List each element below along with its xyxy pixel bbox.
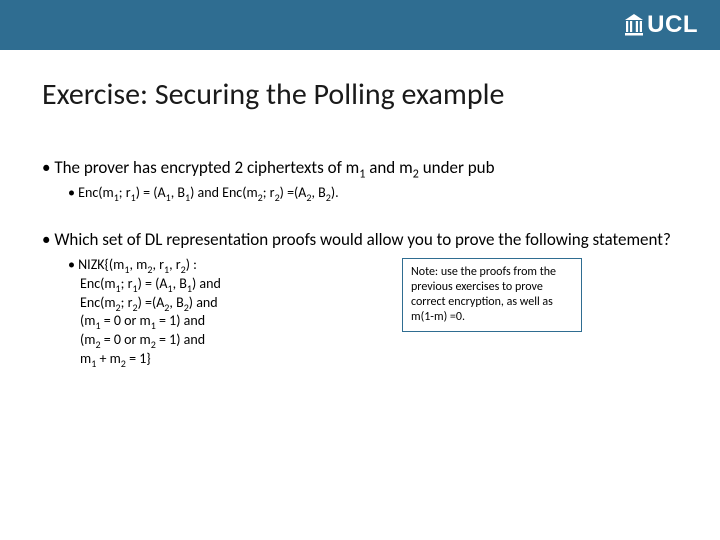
bullet-1-sub: Enc(m1; r1) = (A1, B1) and Enc(m2; r2) =… <box>68 184 678 203</box>
note-box: Note: use the proofs from the previous e… <box>402 258 582 332</box>
ucl-logo: UCL <box>625 11 698 39</box>
bullet-1: The prover has encrypted 2 ciphertexts o… <box>42 157 678 180</box>
header-bar: UCL <box>0 0 720 50</box>
logo-text: UCL <box>647 11 698 39</box>
bullet-list: The prover has encrypted 2 ciphertexts o… <box>42 157 678 369</box>
nizk-statement: NIZK{(m1, m2, r1, r2) : Enc(m1; r1) = (A… <box>68 256 342 369</box>
portico-icon <box>625 14 643 36</box>
slide-content: Exercise: Securing the Polling example T… <box>0 50 720 369</box>
slide-title: Exercise: Securing the Polling example <box>42 76 678 113</box>
bullet-2: Which set of DL representation proofs wo… <box>42 229 678 252</box>
